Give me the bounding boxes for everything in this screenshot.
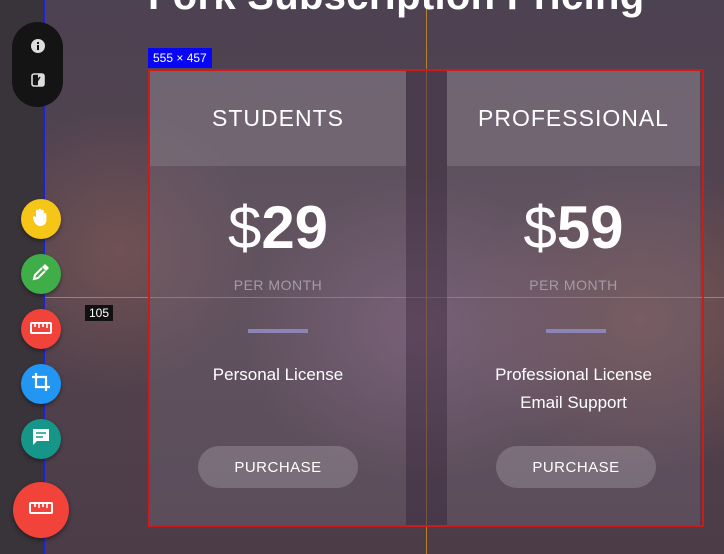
comment-icon — [31, 427, 51, 451]
selection-outline[interactable] — [148, 69, 704, 527]
size-label: 555 × 457 — [148, 48, 212, 68]
main-ruler-button[interactable] — [13, 482, 69, 538]
distance-label: 105 — [85, 305, 114, 321]
comment-tool-button[interactable] — [21, 419, 61, 459]
eyedropper-icon — [31, 262, 51, 286]
crop-tool-button[interactable] — [21, 364, 61, 404]
page-title: Fork Subscription Pricing — [148, 0, 644, 19]
toolbar-pill — [12, 22, 63, 107]
eyedropper-tool-button[interactable] — [21, 254, 61, 294]
ruler-tool-button[interactable] — [21, 309, 61, 349]
toggle-panel-icon[interactable] — [12, 72, 63, 92]
hand-icon — [30, 206, 52, 232]
ruler-icon — [29, 500, 53, 520]
ruler-icon — [30, 320, 52, 339]
hand-tool-button[interactable] — [21, 199, 61, 239]
info-icon[interactable] — [12, 38, 63, 58]
crop-icon — [31, 372, 51, 396]
